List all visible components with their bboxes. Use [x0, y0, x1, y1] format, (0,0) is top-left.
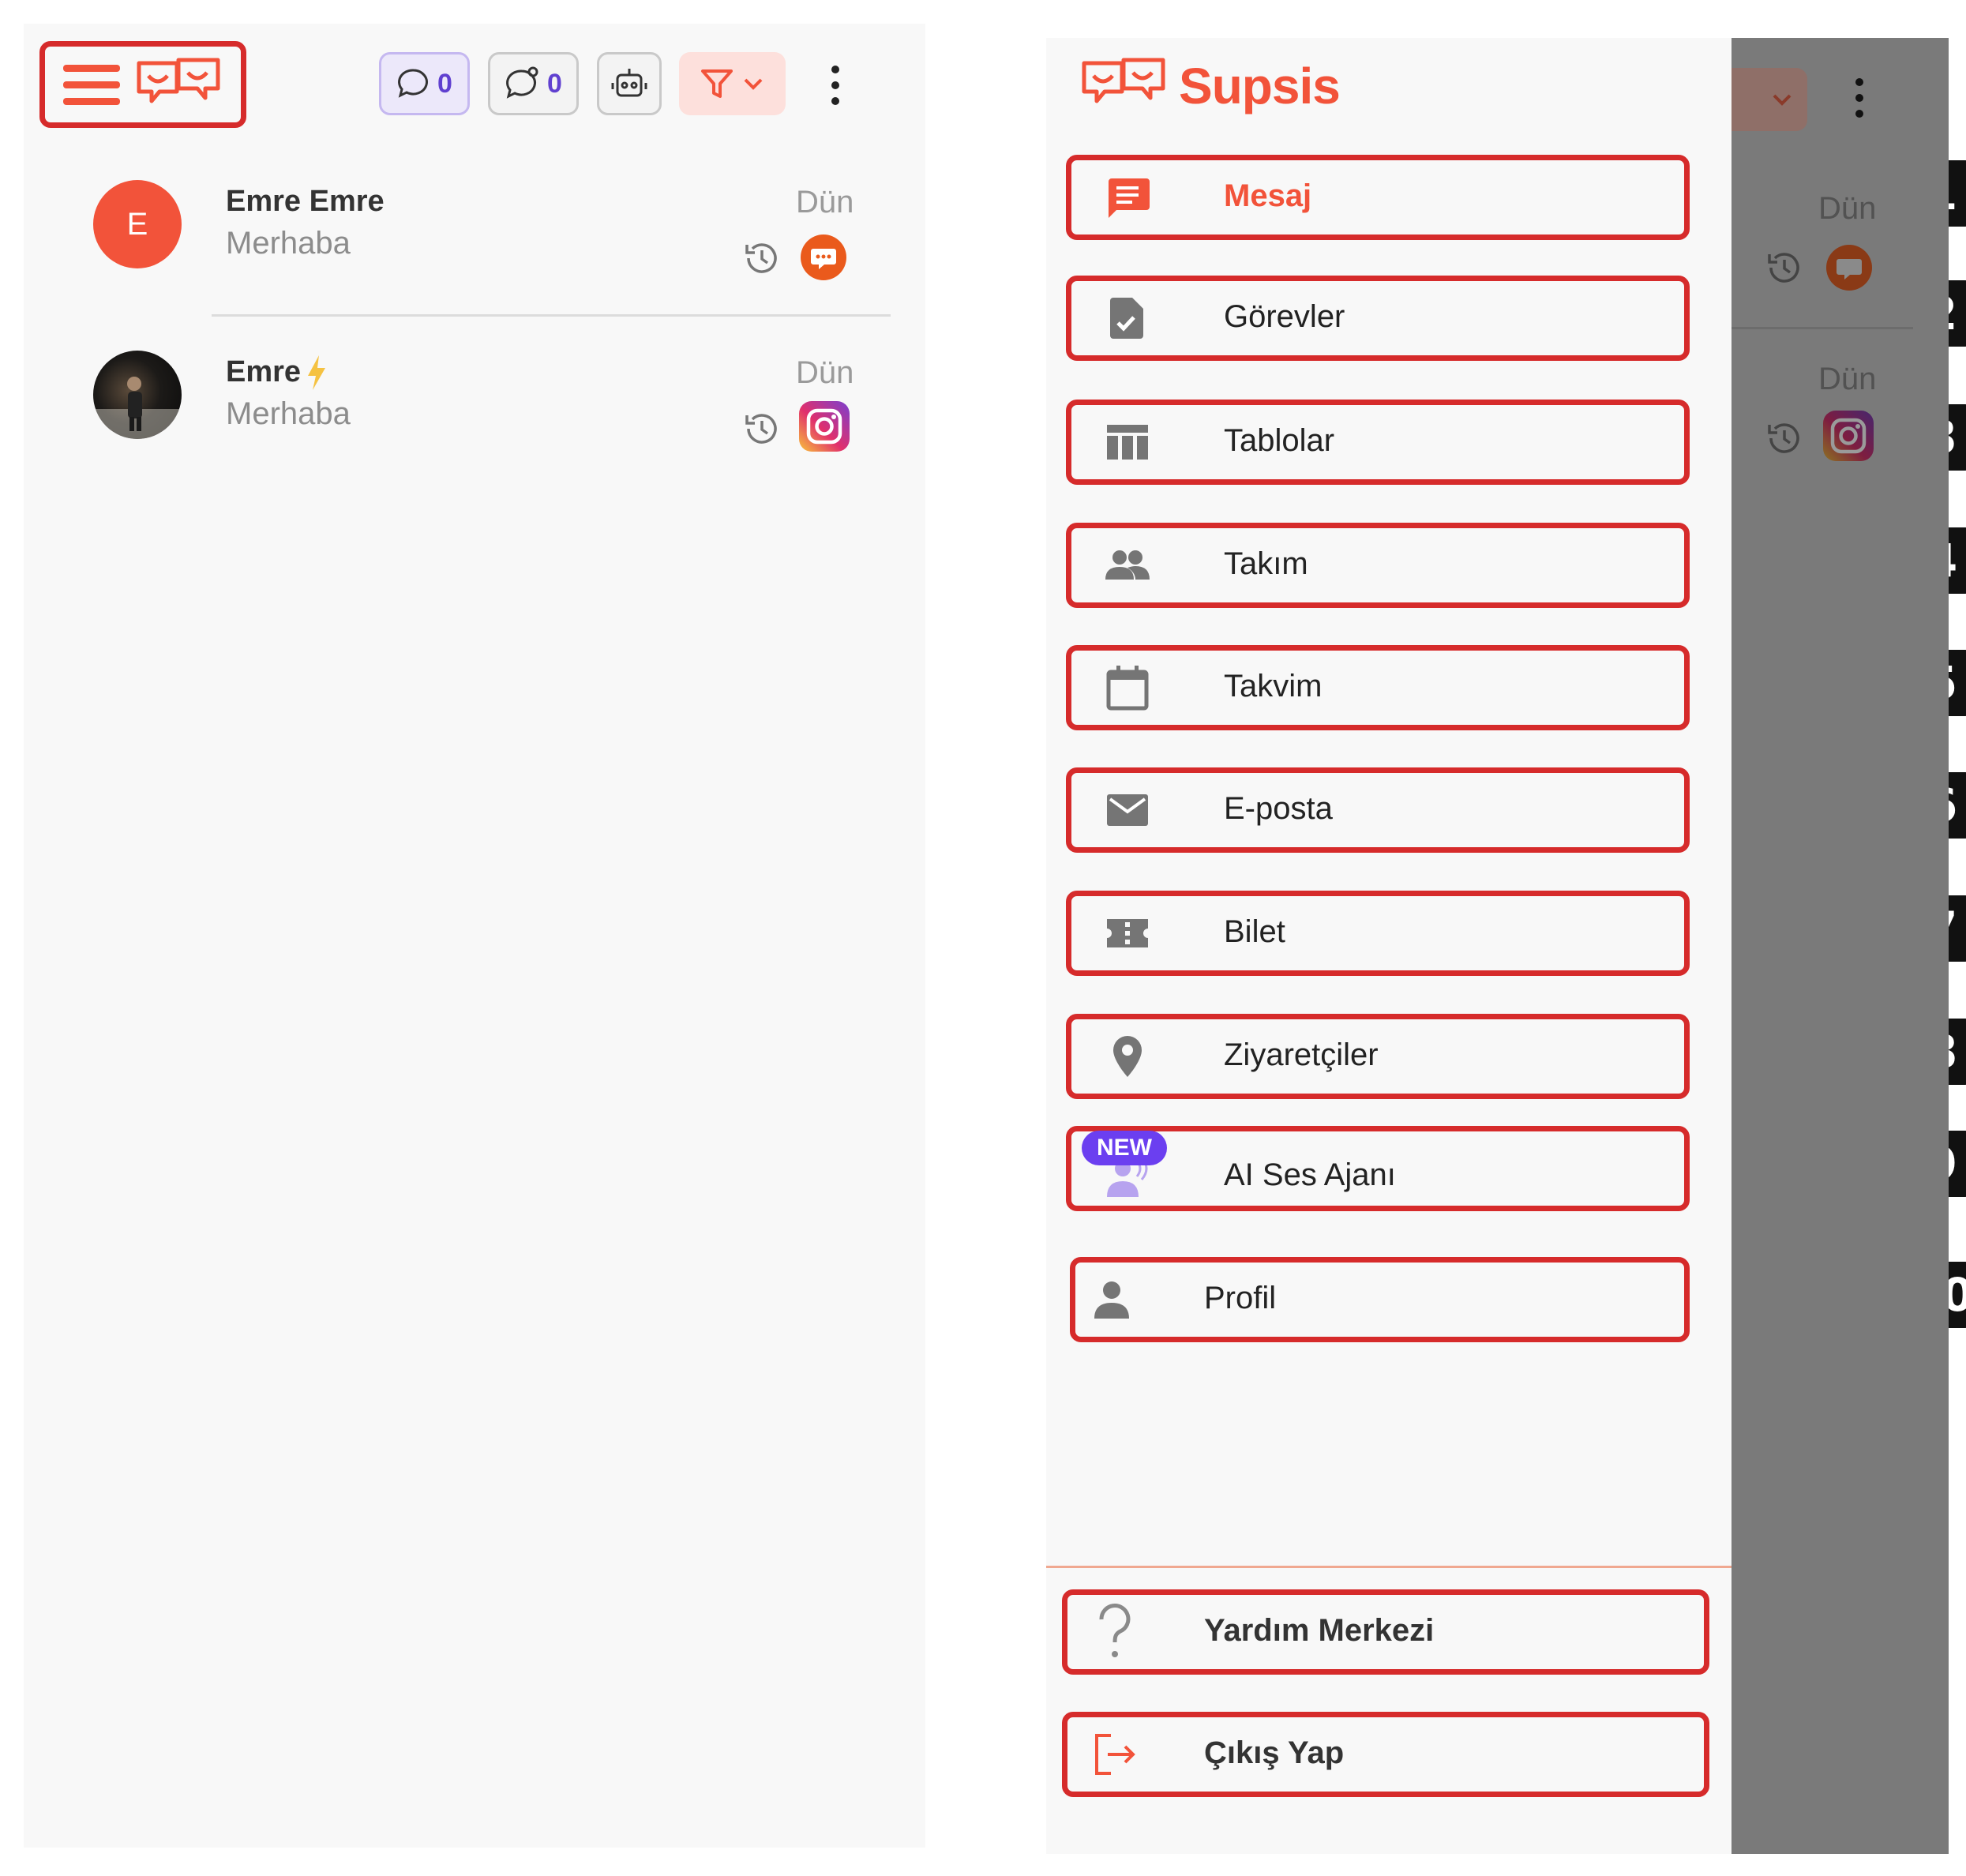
bot-assistant-button[interactable] [597, 52, 662, 115]
menu-item-highlight [1062, 1712, 1709, 1797]
open-chats-button[interactable]: 0 [379, 52, 470, 115]
menu-item-label: Profil [1204, 1281, 1277, 1315]
team-icon [1105, 550, 1150, 580]
menu-item-label: Çıkış Yap [1204, 1735, 1345, 1770]
avatar [93, 351, 182, 439]
chevron-down-icon [1773, 94, 1792, 106]
avatar-letter: E [126, 206, 148, 242]
chat-bubble-icon [398, 69, 428, 98]
menu-item-highlight [1066, 767, 1690, 853]
filter-icon [700, 69, 733, 98]
message-icon [1109, 178, 1150, 218]
robot-icon [611, 69, 647, 97]
menu-item-takim[interactable]: Takım [1066, 523, 1690, 608]
menu-item-ai-ses-ajani[interactable]: NEW AI Ses Ajanı [1066, 1126, 1690, 1211]
question-icon [1099, 1604, 1131, 1657]
supsis-logo-icon [1082, 58, 1165, 103]
menu-item-profil[interactable]: Profil [1070, 1257, 1690, 1342]
drawer-divider [1046, 1566, 1732, 1568]
chat-bubble-dot-icon [506, 66, 538, 99]
menu-item-label: Takım [1224, 546, 1308, 581]
new-badge: NEW [1082, 1131, 1167, 1165]
menu-item-highlight [1066, 523, 1690, 608]
menu-item-label: AI Ses Ajanı [1224, 1157, 1396, 1192]
avatar: E [93, 180, 182, 268]
task-file-icon [1110, 298, 1143, 339]
bot-chats-count: 0 [547, 68, 562, 99]
livechat-icon [801, 234, 846, 280]
supsis-logo-icon [133, 54, 227, 117]
menu-item-cikis-yap[interactable]: Çıkış Yap [1062, 1712, 1709, 1797]
menu-item-label: Yardım Merkezi [1204, 1613, 1435, 1648]
calendar-icon [1106, 666, 1149, 711]
menu-item-highlight [1066, 276, 1690, 361]
menu-item-highlight [1066, 400, 1690, 485]
bot-chats-button[interactable]: 0 [488, 52, 579, 115]
menu-item-label: Takvim [1224, 669, 1323, 704]
open-chats-count: 0 [437, 68, 452, 99]
menu-item-highlight [1070, 1257, 1690, 1342]
conversation-item[interactable]: E Emre Emre Merhaba Dün [24, 166, 925, 324]
navigation-drawer: Supsis Mesaj 1 Görevler 2 Tablolar 3 Tak… [1046, 38, 1966, 1854]
more-options-icon [1855, 78, 1863, 118]
menu-item-gorevler[interactable]: Görevler [1066, 276, 1690, 361]
brand-name: Supsis [1179, 58, 1341, 114]
filter-dropdown-button-dimmed [1732, 68, 1807, 131]
menu-item-eposta[interactable]: E-posta [1066, 767, 1690, 853]
menu-item-yardim-merkezi[interactable]: Yardım Merkezi [1062, 1589, 1709, 1675]
message-time: Dün [796, 355, 854, 390]
menu-item-bilet[interactable]: Bilet [1066, 891, 1690, 976]
location-pin-icon [1113, 1036, 1142, 1077]
contact-name: Emre Emre [226, 185, 385, 218]
table-icon [1107, 425, 1148, 460]
menu-item-label: Ziyaretçiler [1224, 1037, 1379, 1072]
menu-item-label: Tablolar [1224, 423, 1335, 458]
brand-logo: Supsis [1078, 49, 1362, 128]
menu-item-label: Görevler [1224, 299, 1345, 334]
menu-item-takvim[interactable]: Takvim [1066, 645, 1690, 730]
person-icon [1094, 1281, 1129, 1319]
message-time: Dün [1818, 191, 1877, 226]
hamburger-menu-icon[interactable] [63, 62, 120, 109]
ticket-icon [1107, 919, 1148, 947]
instagram-icon [1823, 411, 1874, 461]
drawer-scrim[interactable]: Dün Dün [1732, 38, 1949, 1854]
menu-item-label: Mesaj [1224, 178, 1312, 213]
filter-dropdown-button[interactable] [679, 52, 786, 115]
menu-item-label: Bilet [1224, 914, 1285, 949]
menu-item-mesaj[interactable]: Mesaj [1066, 155, 1690, 240]
menu-item-ziyaretciler[interactable]: Ziyaretçiler [1066, 1014, 1690, 1099]
menu-item-tablolar[interactable]: Tablolar [1066, 400, 1690, 485]
message-time: Dün [1818, 362, 1877, 396]
menu-item-highlight [1066, 155, 1690, 240]
menu-item-highlight [1066, 891, 1690, 976]
history-icon[interactable] [741, 237, 783, 280]
message-preview: Merhaba [226, 226, 351, 261]
menu-item-highlight [1066, 645, 1690, 730]
instagram-icon [799, 401, 850, 452]
conversation-list-screen: 0 0 E Emre Emre Merhaba Dün Emre Merhaba… [24, 24, 925, 1848]
message-time: Dün [796, 185, 854, 219]
livechat-icon [1826, 245, 1872, 291]
mail-icon [1107, 794, 1148, 826]
message-preview: Merhaba [226, 396, 351, 431]
more-options-icon[interactable] [827, 63, 843, 107]
lightning-icon [308, 355, 325, 390]
history-icon [1768, 423, 1799, 453]
chevron-down-icon [744, 78, 762, 90]
divider [1732, 327, 1913, 329]
menu-item-label: E-posta [1224, 791, 1333, 826]
divider [212, 314, 891, 317]
history-icon[interactable] [741, 407, 783, 450]
logout-icon [1095, 1734, 1135, 1775]
conversation-item[interactable]: Emre Merhaba Dün [24, 336, 925, 494]
contact-name: Emre [226, 355, 302, 388]
history-icon [1768, 253, 1799, 283]
